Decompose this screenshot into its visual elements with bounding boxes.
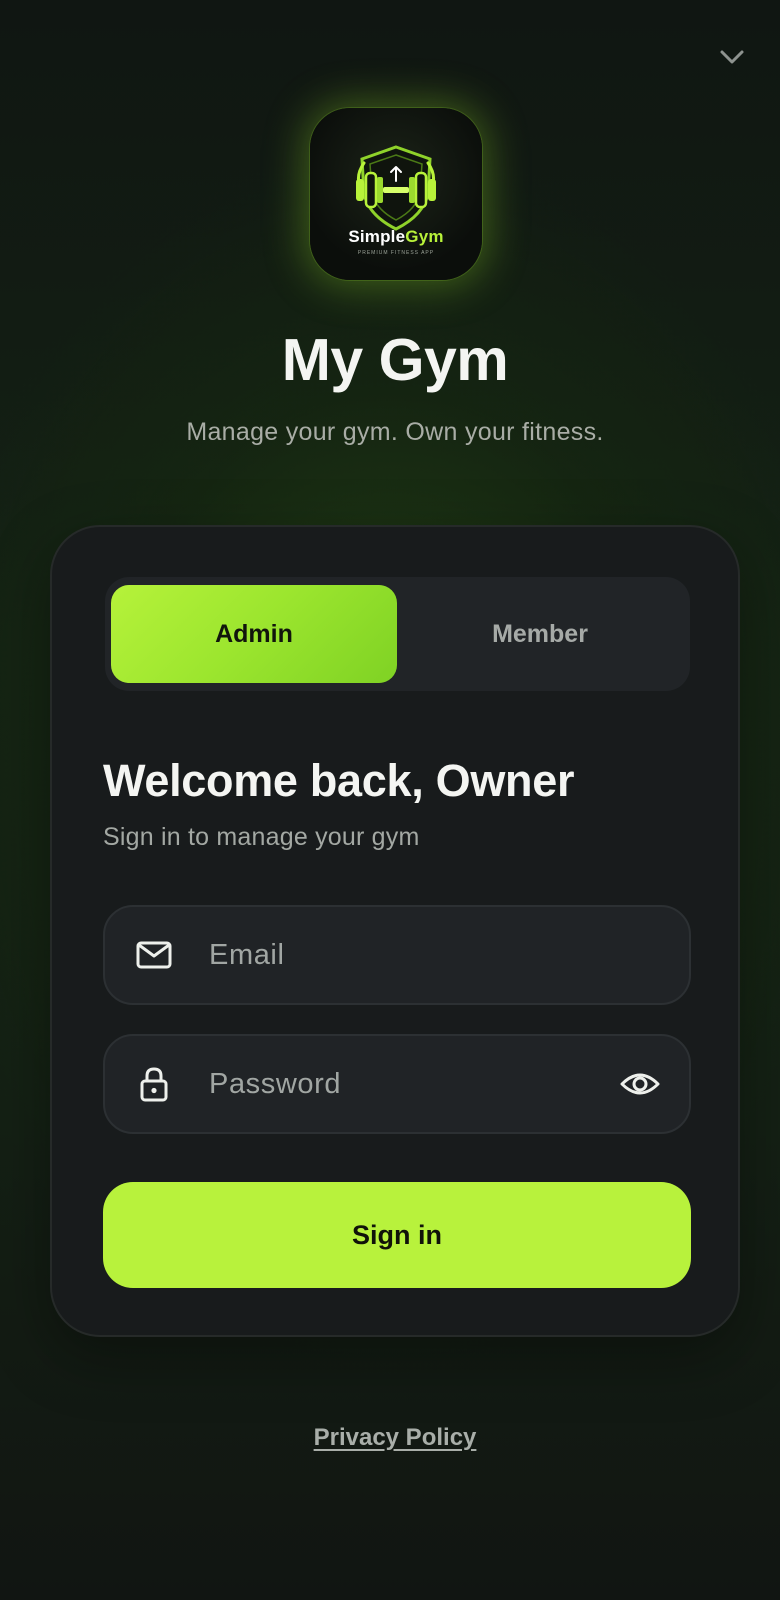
page-title: My Gym [281,327,509,393]
page-subtitle: Manage your gym. Own your fitness. [186,418,604,446]
welcome-heading: Welcome back, Owner [103,755,575,806]
logo-tagline: PREMIUM FITNESS APP [357,249,435,256]
tab-member[interactable]: Member [397,585,683,683]
sign-in-button[interactable]: Sign in [103,1182,691,1288]
mail-icon [135,936,173,974]
logo-brand-text: SimpleGym [348,226,444,246]
password-input[interactable] [209,1036,589,1132]
eye-icon[interactable] [619,1067,661,1101]
tab-admin[interactable]: Admin [111,585,397,683]
lock-icon [135,1065,173,1103]
login-screen: SimpleGym PREMIUM FITNESS APP My Gym Man… [0,0,780,1600]
app-logo: SimpleGym PREMIUM FITNESS APP [310,108,482,280]
login-card: Admin Member Welcome back, Owner Sign in… [50,525,740,1337]
privacy-policy-link[interactable]: Privacy Policy [0,1424,780,1452]
email-input[interactable] [209,907,589,1003]
chevron-down-icon[interactable] [717,44,747,70]
dumbbell-shield-icon [356,144,436,231]
password-field [103,1034,691,1134]
email-field [103,905,691,1005]
welcome-subheading: Sign in to manage your gym [103,823,420,851]
role-toggle: Admin Member [105,577,690,691]
